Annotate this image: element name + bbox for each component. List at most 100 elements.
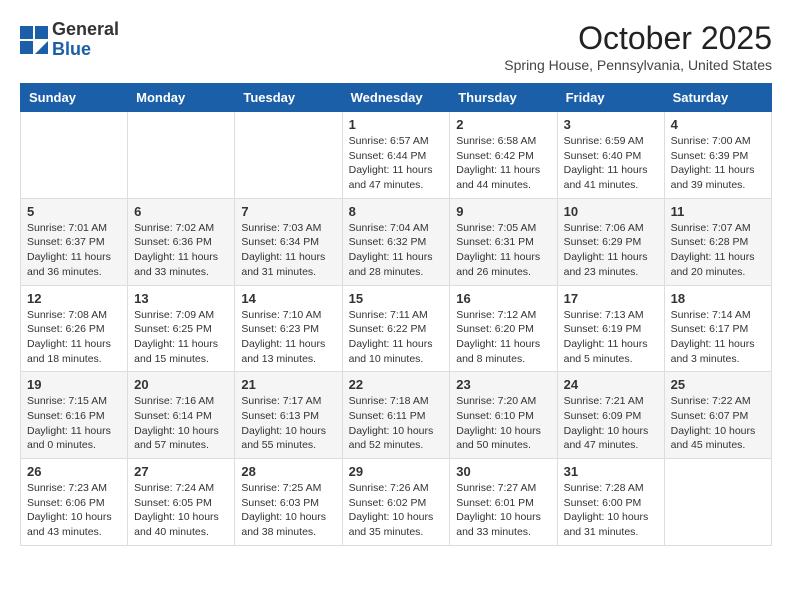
logo-line1: General [52, 20, 119, 40]
calendar-cell: 7Sunrise: 7:03 AM Sunset: 6:34 PM Daylig… [235, 198, 342, 285]
logo-line2: Blue [52, 40, 119, 60]
calendar-cell: 24 Sunrise: 7:21 AM Sunset: 6:09 PM Dayli… [557, 372, 664, 459]
day-number: 10 [564, 204, 658, 219]
day-info: Sunrise: 7:17 AM Sunset: 6:13 PM Dayligh… [241, 394, 335, 453]
day-number: 24 [564, 377, 658, 392]
calendar-cell: 20 Sunrise: 7:16 AM Sunset: 6:14 PM Dayli… [128, 372, 235, 459]
day-info: Sunrise: 7:24 AM Sunset: 6:05 PM Dayligh… [134, 481, 228, 540]
day-number: 21 [241, 377, 335, 392]
weekday-header-thursday: Thursday [450, 84, 557, 112]
calendar-cell: 29Sunrise: 7:26 AM Sunset: 6:02 PM Dayli… [342, 459, 450, 546]
calendar-cell: 17 Sunrise: 7:13 AM Sunset: 6:19 PM Dayli… [557, 285, 664, 372]
calendar-cell [21, 112, 128, 199]
day-info: Sunrise: 7:01 AM Sunset: 6:37 PM Dayligh… [27, 221, 121, 280]
day-info: Sunrise: 7:08 AM Sunset: 6:26 PM Dayligh… [27, 308, 121, 367]
weekday-header-friday: Friday [557, 84, 664, 112]
day-info: Sunrise: 7:16 AM Sunset: 6:14 PM Dayligh… [134, 394, 228, 453]
day-info: Sunrise: 7:12 AM Sunset: 6:20 PM Dayligh… [456, 308, 550, 367]
calendar-week-row: 12 Sunrise: 7:08 AM Sunset: 6:26 PM Dayli… [21, 285, 772, 372]
calendar-cell: 6 Sunrise: 7:02 AM Sunset: 6:36 PM Daylig… [128, 198, 235, 285]
day-number: 15 [349, 291, 444, 306]
calendar-cell: 2 Sunrise: 6:58 AM Sunset: 6:42 PM Daylig… [450, 112, 557, 199]
calendar-cell [128, 112, 235, 199]
day-info: Sunrise: 6:58 AM Sunset: 6:42 PM Dayligh… [456, 134, 550, 193]
calendar-cell: 22 Sunrise: 7:18 AM Sunset: 6:11 PM Dayli… [342, 372, 450, 459]
day-info: Sunrise: 6:59 AM Sunset: 6:40 PM Dayligh… [564, 134, 658, 193]
day-number: 8 [349, 204, 444, 219]
day-info: Sunrise: 7:07 AM Sunset: 6:28 PM Dayligh… [671, 221, 765, 280]
day-number: 28 [241, 464, 335, 479]
calendar-cell: 9 Sunrise: 7:05 AM Sunset: 6:31 PM Daylig… [450, 198, 557, 285]
calendar-cell: 4 Sunrise: 7:00 AM Sunset: 6:39 PM Daylig… [664, 112, 771, 199]
title-area: October 2025 Spring House, Pennsylvania,… [504, 20, 772, 73]
weekday-header-wednesday: Wednesday [342, 84, 450, 112]
day-info: Sunrise: 7:27 AM Sunset: 6:01 PM Dayligh… [456, 481, 550, 540]
day-number: 14 [241, 291, 335, 306]
day-number: 25 [671, 377, 765, 392]
day-info: Sunrise: 7:02 AM Sunset: 6:36 PM Dayligh… [134, 221, 228, 280]
day-number: 27 [134, 464, 228, 479]
day-info: Sunrise: 7:04 AM Sunset: 6:32 PM Dayligh… [349, 221, 444, 280]
calendar-cell: 10 Sunrise: 7:06 AM Sunset: 6:29 PM Dayli… [557, 198, 664, 285]
day-info: Sunrise: 7:23 AM Sunset: 6:06 PM Dayligh… [27, 481, 121, 540]
day-number: 5 [27, 204, 121, 219]
day-number: 12 [27, 291, 121, 306]
day-number: 20 [134, 377, 228, 392]
calendar-cell: 8 Sunrise: 7:04 AM Sunset: 6:32 PM Daylig… [342, 198, 450, 285]
calendar-cell: 15Sunrise: 7:11 AM Sunset: 6:22 PM Dayli… [342, 285, 450, 372]
logo-icon [20, 26, 48, 54]
weekday-header-row: SundayMondayTuesdayWednesdayThursdayFrid… [21, 84, 772, 112]
calendar-cell [664, 459, 771, 546]
day-info: Sunrise: 7:26 AM Sunset: 6:02 PM Dayligh… [349, 481, 444, 540]
day-number: 17 [564, 291, 658, 306]
calendar-week-row: 5 Sunrise: 7:01 AM Sunset: 6:37 PM Daylig… [21, 198, 772, 285]
day-number: 4 [671, 117, 765, 132]
day-number: 1 [349, 117, 444, 132]
day-number: 13 [134, 291, 228, 306]
day-number: 2 [456, 117, 550, 132]
calendar-cell: 25 Sunrise: 7:22 AM Sunset: 6:07 PM Dayli… [664, 372, 771, 459]
calendar-cell: 16 Sunrise: 7:12 AM Sunset: 6:20 PM Dayli… [450, 285, 557, 372]
day-info: Sunrise: 7:06 AM Sunset: 6:29 PM Dayligh… [564, 221, 658, 280]
calendar-cell: 14Sunrise: 7:10 AM Sunset: 6:23 PM Dayli… [235, 285, 342, 372]
logo: General Blue [20, 20, 119, 60]
weekday-header-sunday: Sunday [21, 84, 128, 112]
calendar-week-row: 26Sunrise: 7:23 AM Sunset: 6:06 PM Dayli… [21, 459, 772, 546]
day-info: Sunrise: 7:15 AM Sunset: 6:16 PM Dayligh… [27, 394, 121, 453]
day-number: 11 [671, 204, 765, 219]
day-number: 9 [456, 204, 550, 219]
day-number: 16 [456, 291, 550, 306]
day-info: Sunrise: 7:13 AM Sunset: 6:19 PM Dayligh… [564, 308, 658, 367]
calendar-cell: 26Sunrise: 7:23 AM Sunset: 6:06 PM Dayli… [21, 459, 128, 546]
day-info: Sunrise: 7:00 AM Sunset: 6:39 PM Dayligh… [671, 134, 765, 193]
weekday-header-saturday: Saturday [664, 84, 771, 112]
day-info: Sunrise: 7:18 AM Sunset: 6:11 PM Dayligh… [349, 394, 444, 453]
calendar-cell: 19 Sunrise: 7:15 AM Sunset: 6:16 PM Dayli… [21, 372, 128, 459]
weekday-header-tuesday: Tuesday [235, 84, 342, 112]
day-info: Sunrise: 7:14 AM Sunset: 6:17 PM Dayligh… [671, 308, 765, 367]
calendar-cell: 1 Sunrise: 6:57 AM Sunset: 6:44 PM Daylig… [342, 112, 450, 199]
day-info: Sunrise: 7:28 AM Sunset: 6:00 PM Dayligh… [564, 481, 658, 540]
calendar-table: SundayMondayTuesdayWednesdayThursdayFrid… [20, 83, 772, 546]
calendar-cell [235, 112, 342, 199]
weekday-header-monday: Monday [128, 84, 235, 112]
calendar-cell: 18Sunrise: 7:14 AM Sunset: 6:17 PM Dayli… [664, 285, 771, 372]
calendar-cell: 13 Sunrise: 7:09 AM Sunset: 6:25 PM Dayli… [128, 285, 235, 372]
day-number: 19 [27, 377, 121, 392]
day-info: Sunrise: 7:09 AM Sunset: 6:25 PM Dayligh… [134, 308, 228, 367]
day-number: 22 [349, 377, 444, 392]
calendar-cell: 12 Sunrise: 7:08 AM Sunset: 6:26 PM Dayli… [21, 285, 128, 372]
calendar-cell: 27 Sunrise: 7:24 AM Sunset: 6:05 PM Dayli… [128, 459, 235, 546]
day-info: Sunrise: 6:57 AM Sunset: 6:44 PM Dayligh… [349, 134, 444, 193]
day-info: Sunrise: 7:22 AM Sunset: 6:07 PM Dayligh… [671, 394, 765, 453]
location-subtitle: Spring House, Pennsylvania, United State… [504, 57, 772, 73]
calendar-cell: 23Sunrise: 7:20 AM Sunset: 6:10 PM Dayli… [450, 372, 557, 459]
day-number: 23 [456, 377, 550, 392]
day-info: Sunrise: 7:21 AM Sunset: 6:09 PM Dayligh… [564, 394, 658, 453]
calendar-week-row: 19 Sunrise: 7:15 AM Sunset: 6:16 PM Dayli… [21, 372, 772, 459]
day-info: Sunrise: 7:25 AM Sunset: 6:03 PM Dayligh… [241, 481, 335, 540]
day-number: 30 [456, 464, 550, 479]
calendar-cell: 5 Sunrise: 7:01 AM Sunset: 6:37 PM Daylig… [21, 198, 128, 285]
day-number: 6 [134, 204, 228, 219]
day-info: Sunrise: 7:05 AM Sunset: 6:31 PM Dayligh… [456, 221, 550, 280]
